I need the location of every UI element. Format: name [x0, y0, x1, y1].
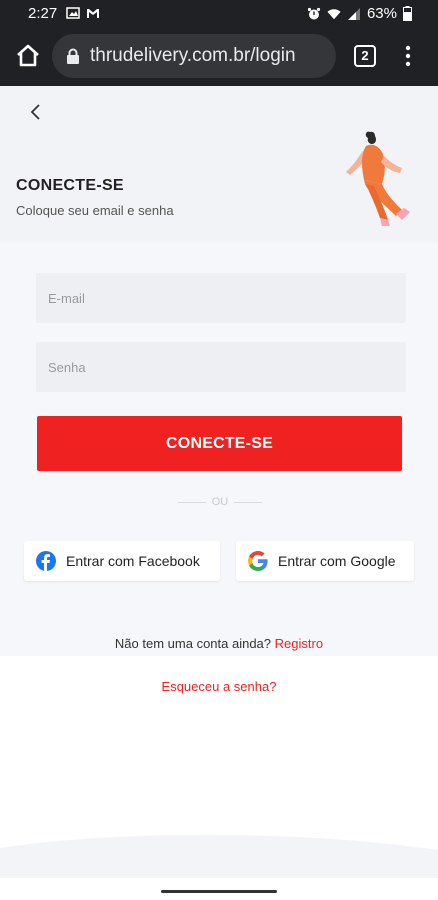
- flying-person-illustration: [346, 131, 410, 226]
- url-text: thrudelivery.com.br/login: [90, 45, 296, 66]
- facebook-icon: [36, 551, 56, 571]
- register-prompt: Não tem uma conta ainda? Registro: [0, 636, 438, 651]
- page-title: CONECTE-SE: [16, 177, 124, 194]
- password-field[interactable]: [36, 342, 406, 392]
- page-header: CONECTE-SE Coloque seu email e senha: [0, 86, 438, 242]
- no-account-text: Não tem uma conta ainda?: [114, 636, 272, 651]
- page-content: CONECTE-SE Coloque seu email e senha CON…: [0, 86, 438, 900]
- email-field[interactable]: [36, 273, 406, 323]
- alarm-icon: [307, 7, 321, 19]
- google-button-label: Entrar com Google: [278, 553, 396, 569]
- google-login-button[interactable]: Entrar com Google: [236, 541, 414, 581]
- facebook-login-button[interactable]: Entrar com Facebook: [24, 541, 220, 581]
- login-button[interactable]: CONECTE-SE: [37, 416, 402, 471]
- wifi-icon: [327, 8, 341, 19]
- status-time: 2:27: [28, 5, 58, 22]
- page-subtitle: Coloque seu email e senha: [16, 203, 174, 218]
- image-icon: [66, 7, 80, 19]
- register-link[interactable]: Registro: [275, 636, 323, 651]
- chevron-left-icon[interactable]: [24, 100, 48, 124]
- system-nav-bar: [0, 880, 438, 900]
- gmail-icon: [87, 9, 99, 18]
- battery-percent: 63%: [366, 5, 397, 22]
- bottom-wave-decoration: [0, 834, 438, 878]
- or-divider: OU: [172, 495, 268, 509]
- divider-line-right: [234, 501, 262, 503]
- battery-icon: [403, 6, 412, 21]
- gesture-handle[interactable]: [161, 890, 277, 893]
- home-icon[interactable]: [14, 42, 42, 70]
- divider-line-left: [178, 501, 206, 503]
- signal-icon: [347, 7, 360, 20]
- browser-toolbar: thrudelivery.com.br/login 2: [0, 28, 438, 86]
- status-bar: 2:27 63%: [0, 0, 438, 28]
- google-icon: [248, 551, 268, 571]
- more-vert-icon[interactable]: [400, 44, 416, 68]
- divider-text: OU: [211, 496, 229, 508]
- address-bar[interactable]: thrudelivery.com.br/login: [52, 34, 336, 78]
- tab-switcher-button[interactable]: 2: [354, 45, 376, 67]
- lock-icon: [67, 48, 79, 64]
- facebook-button-label: Entrar com Facebook: [66, 553, 200, 569]
- notification-icons: [66, 6, 100, 20]
- status-right-group: 63%: [307, 5, 412, 22]
- forgot-password-link[interactable]: Esqueceu a senha?: [0, 679, 438, 694]
